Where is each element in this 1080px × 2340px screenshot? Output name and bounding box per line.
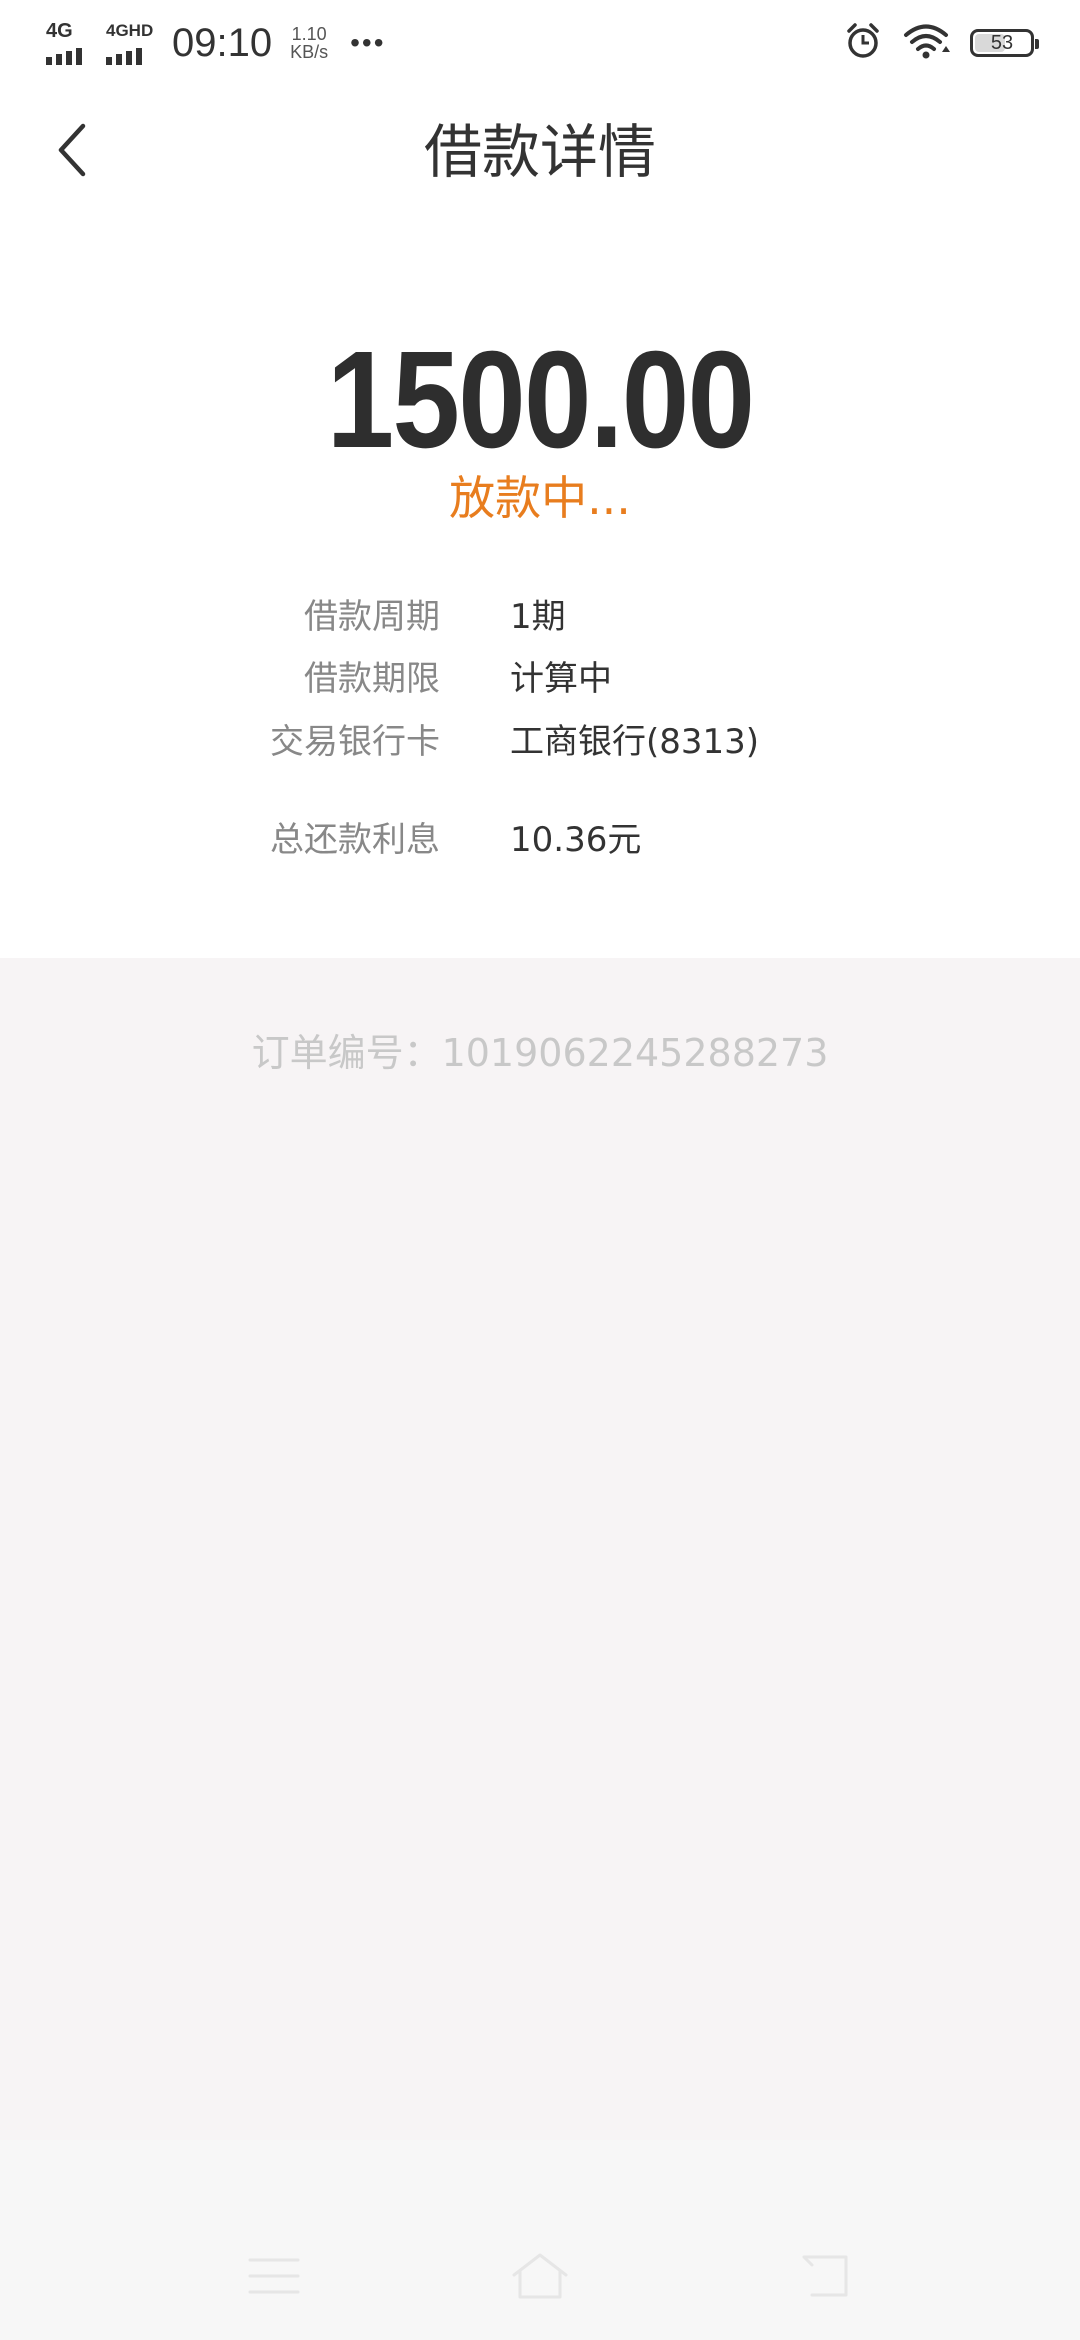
detail-row-term: 借款期限 计算中 bbox=[0, 654, 1080, 704]
detail-row-bank-card: 交易银行卡 工商银行(8313) bbox=[0, 717, 1080, 767]
order-section: 订单编号：1019062245288273 bbox=[0, 958, 1080, 2140]
clock: 09:10 bbox=[172, 21, 273, 65]
battery-level: 53 bbox=[990, 32, 1014, 54]
loan-amount: 1500.00 bbox=[326, 323, 755, 477]
order-number: 订单编号：1019062245288273 bbox=[251, 1031, 829, 1075]
nav-back-button[interactable] bbox=[784, 2248, 864, 2308]
nav-menu-button[interactable] bbox=[234, 2248, 314, 2308]
loan-status: 放款中... bbox=[449, 471, 631, 525]
status-bar-right: 53 bbox=[844, 18, 1039, 68]
detail-row-period: 借款周期 1期 bbox=[0, 592, 1080, 642]
system-nav-bar bbox=[0, 2140, 1080, 2340]
alarm-icon bbox=[844, 22, 882, 65]
menu-icon bbox=[248, 2256, 300, 2300]
detail-label: 借款周期 bbox=[304, 597, 440, 637]
page-title: 借款详情 bbox=[423, 118, 656, 186]
status-bar-left: 4G 4GHD 09:10 1.10 KB/s ••• bbox=[46, 18, 386, 68]
home-icon bbox=[510, 2251, 570, 2305]
network-speed: 1.10 KB/s bbox=[290, 25, 328, 61]
battery-icon: 53 bbox=[970, 29, 1039, 57]
detail-row-interest: 总还款利息 10.36元 bbox=[0, 815, 1080, 865]
header: 借款详情 bbox=[0, 84, 1080, 220]
detail-value: 10.36元 bbox=[510, 820, 642, 860]
signal-sim2-icon: 4GHD bbox=[106, 21, 154, 65]
signal-sim1-icon: 4G bbox=[46, 21, 94, 65]
status-bar: 4G 4GHD 09:10 1.10 KB/s ••• 53 bbox=[0, 0, 1080, 84]
wifi-icon bbox=[902, 22, 950, 65]
network-speed-unit: KB/s bbox=[290, 42, 329, 62]
sim2-label: 4GHD bbox=[106, 21, 154, 40]
detail-value: 计算中 bbox=[510, 659, 612, 699]
loan-summary: 1500.00 放款中... 借款周期 1期 借款期限 计算中 交易银行卡 工商… bbox=[0, 220, 1080, 958]
detail-label: 总还款利息 bbox=[270, 820, 440, 860]
more-notifications-icon: ••• bbox=[350, 27, 386, 58]
detail-value: 1期 bbox=[510, 597, 566, 637]
back-icon bbox=[798, 2253, 850, 2303]
nav-home-button[interactable] bbox=[500, 2248, 580, 2308]
sim1-label: 4G bbox=[46, 20, 73, 42]
detail-value: 工商银行(8313) bbox=[510, 722, 760, 762]
detail-label: 借款期限 bbox=[304, 659, 440, 699]
detail-label: 交易银行卡 bbox=[270, 722, 440, 762]
network-speed-value: 1.10 bbox=[291, 24, 327, 44]
